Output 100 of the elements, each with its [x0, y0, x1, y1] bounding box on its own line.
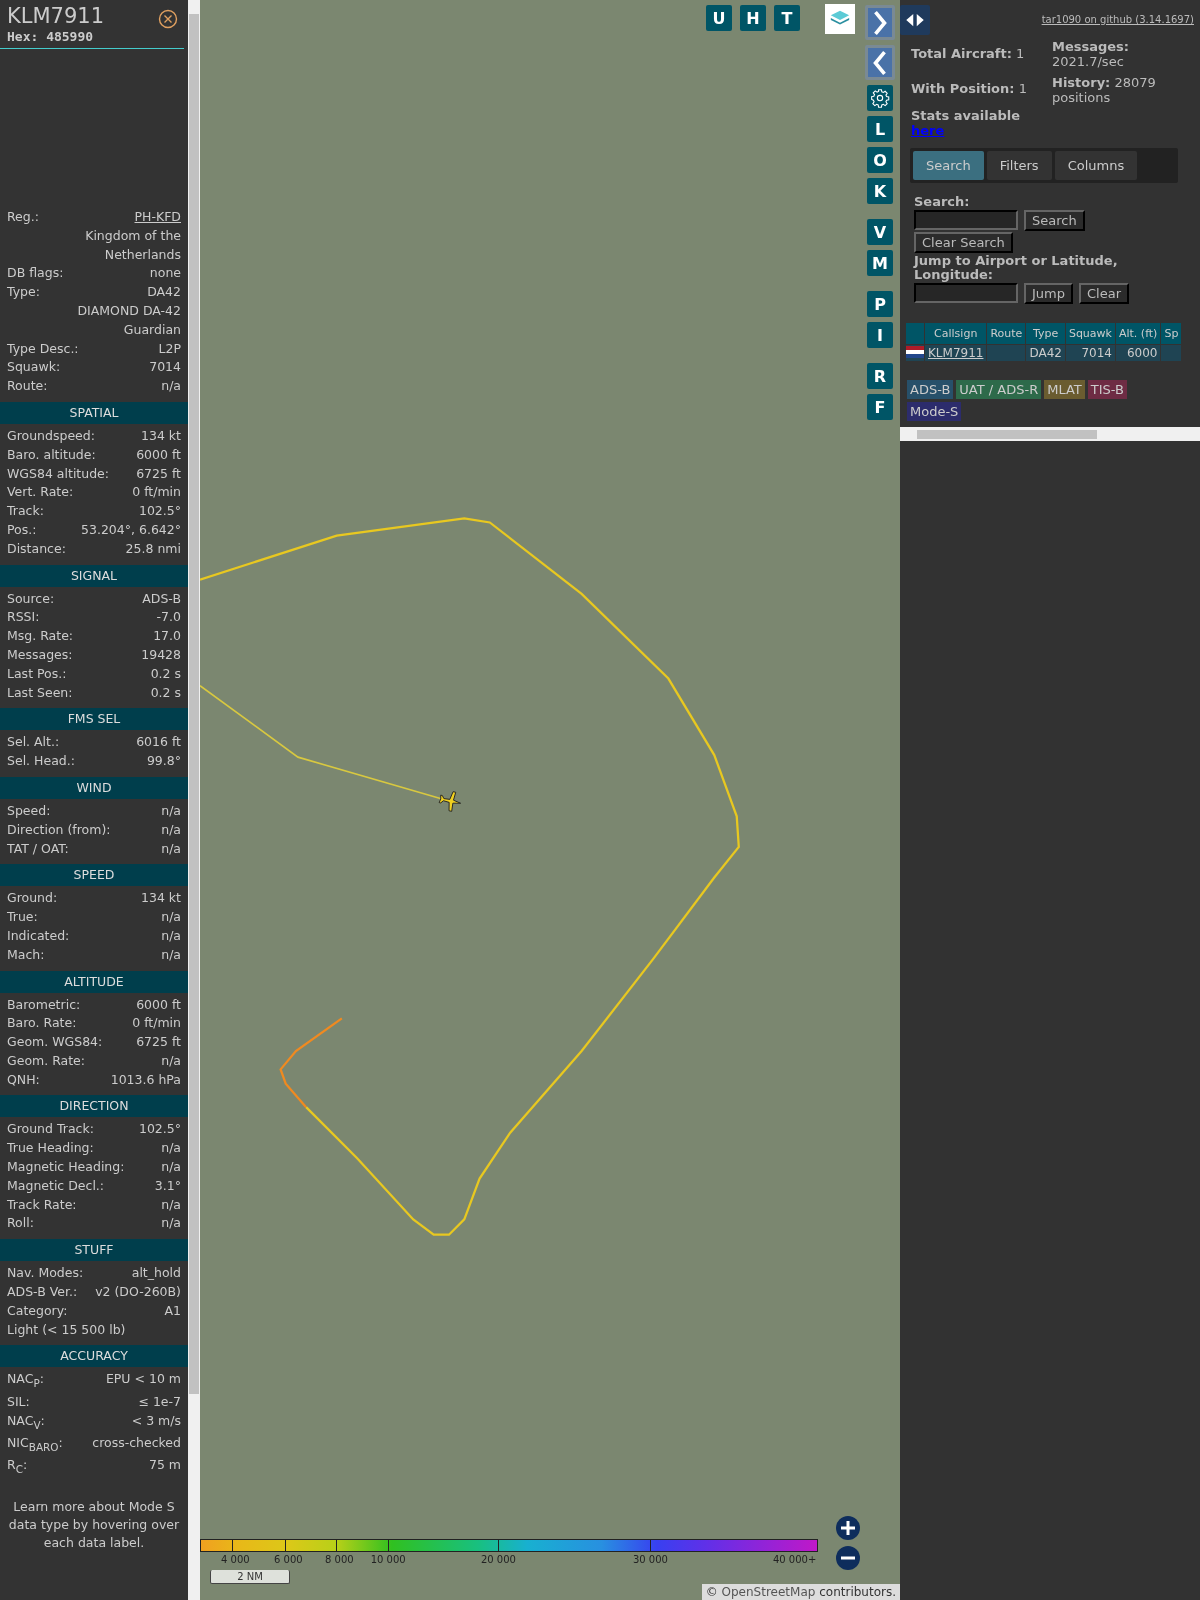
layers-button[interactable] — [825, 4, 855, 34]
field-value: 0.2 s — [150, 683, 181, 702]
map-toggle-button[interactable]: T — [774, 5, 800, 31]
hex-code: Hex: 485990 — [7, 29, 95, 44]
location-field[interactable] — [914, 283, 1018, 303]
field-label: Geom. Rate: — [7, 1051, 86, 1070]
stat-text: Total Aircraft: 1 — [911, 46, 1026, 61]
minus-icon — [836, 1546, 860, 1570]
field-label: Geom. WGS84: — [7, 1033, 103, 1052]
column-header: Type — [1026, 323, 1065, 344]
zoom-in-button[interactable] — [836, 1516, 860, 1540]
field-label: Search: — [914, 195, 971, 209]
map-toggle-button[interactable]: V — [867, 219, 893, 245]
field-value: DA42 — [147, 283, 181, 302]
scale-bar: 2 NM — [210, 1570, 290, 1584]
aircraft-icon[interactable] — [437, 788, 463, 814]
section-header: STUFF — [0, 1239, 188, 1262]
field-label: ADS-B Ver.: — [7, 1283, 78, 1302]
map-toggle-button[interactable]: K — [867, 178, 893, 204]
jump-button[interactable]: Jump — [1024, 283, 1073, 304]
close-icon[interactable] — [158, 9, 178, 29]
tab[interactable]: Filters — [986, 151, 1052, 180]
field-value: n/a — [161, 1051, 181, 1070]
field-value: -7.0 — [156, 608, 181, 627]
settings-icon — [870, 88, 890, 108]
map-toggle-button[interactable]: P — [867, 291, 893, 317]
field-label: Pos.: — [7, 520, 37, 539]
table-row[interactable]: KLM7911 DA42 7014 6000 — [906, 345, 1182, 361]
table-cell: DA42 — [1026, 345, 1065, 361]
legend-label: 10 000 — [370, 1554, 406, 1565]
left-right-arrows-icon — [904, 13, 926, 27]
previous-button[interactable] — [865, 45, 895, 80]
map-toggle-button[interactable]: O — [867, 147, 893, 173]
field-label: Baro. altitude: — [7, 445, 96, 464]
field-value: < 3 m/s — [131, 1411, 181, 1430]
flag-icon — [906, 345, 924, 358]
field-label: Track: — [7, 502, 44, 521]
field-value: 19428 — [141, 645, 181, 664]
field-value: 6016 ft — [136, 733, 181, 752]
next-button[interactable] — [865, 5, 895, 40]
map-toggle-button[interactable]: R — [867, 363, 893, 389]
field-value: 0 ft/min — [132, 483, 181, 502]
legend-label: 6 000 — [274, 1554, 303, 1565]
column-header — [906, 323, 924, 344]
map-toggle-button[interactable]: M — [867, 250, 893, 276]
github-link[interactable]: tar1090 on github (3.14.1697) — [1041, 14, 1194, 25]
section-header: SIGNAL — [0, 564, 188, 587]
search-field[interactable] — [914, 210, 1018, 230]
field-value: n/a — [161, 1139, 181, 1158]
field-value: n/a — [161, 377, 181, 396]
tab[interactable]: Search — [913, 151, 984, 180]
legend-label: 8 000 — [325, 1554, 354, 1565]
field-value: 99.8° — [146, 752, 181, 771]
field-label: Vert. Rate: — [7, 483, 74, 502]
attribution-link[interactable]: OpenStreetMap — [721, 1585, 816, 1599]
table-cell: 7014 — [1065, 345, 1115, 361]
field-value: 1013.6 hPa — [110, 1070, 181, 1089]
search-button[interactable]: Search — [1024, 210, 1085, 231]
field-label: Magnetic Decl.: — [7, 1176, 105, 1195]
field-label: DB flags: — [7, 264, 64, 283]
zoom-out-button[interactable] — [836, 1546, 860, 1570]
map-background[interactable]: U H T L O K V M P I R F 4 000 6 000 8 000 10 000 20 000 30 000 40 000+ 2 NM © OpenStreetMap contributors. — [200, 0, 900, 1600]
field-label: Track Rate: — [7, 1195, 77, 1214]
field-value: ADS-B — [142, 589, 181, 608]
registration-link[interactable]: PH-KFD — [134, 208, 181, 227]
field-label: Route: — [7, 377, 48, 396]
field-label: SIL: — [7, 1392, 30, 1411]
map-toggle-button[interactable]: U — [706, 5, 732, 31]
map-toggle-button[interactable]: H — [740, 5, 766, 31]
clear-button[interactable]: Clear — [1079, 283, 1129, 304]
field-label: Nav. Modes: — [7, 1264, 84, 1283]
field-label: Squawk: — [7, 358, 61, 377]
field-value: n/a — [161, 945, 181, 964]
field-label: True Heading: — [7, 1139, 94, 1158]
legend-label: 20 000 — [480, 1554, 516, 1565]
chevron-right-icon — [871, 8, 889, 37]
settings-button[interactable] — [867, 85, 893, 111]
source-tag: Mode-S — [907, 402, 962, 421]
vertical-scrollbar[interactable] — [188, 0, 200, 1600]
map-toggle-button[interactable]: I — [867, 322, 893, 348]
field-label: Ground: — [7, 889, 58, 908]
field-value: 0 ft/min — [132, 1014, 181, 1033]
panel-toggle-button[interactable] — [900, 5, 930, 35]
field-label: Source: — [7, 589, 55, 608]
field-label: Indicated: — [7, 926, 70, 945]
field-value: 102.5° — [138, 1120, 181, 1139]
column-header: Squawk — [1065, 323, 1115, 344]
map-toggle-button[interactable]: F — [867, 394, 893, 420]
section-header: ALTITUDE — [0, 970, 188, 993]
horizontal-scrollbar[interactable] — [900, 427, 1200, 441]
legend-label: 30 000 — [632, 1554, 668, 1565]
field-value: v2 (DO-260B) — [95, 1283, 181, 1302]
field-value: alt_hold — [131, 1264, 181, 1283]
map-toggle-button[interactable]: L — [867, 116, 893, 142]
clear-search-button[interactable]: Clear Search — [914, 232, 1013, 253]
field-label: Reg.: — [7, 208, 39, 226]
column-header: Alt. (ft) — [1115, 323, 1161, 344]
tab[interactable]: Columns — [1054, 151, 1138, 180]
field-value: 0.2 s — [150, 664, 181, 683]
legend-label: 40 000+ — [772, 1554, 817, 1565]
